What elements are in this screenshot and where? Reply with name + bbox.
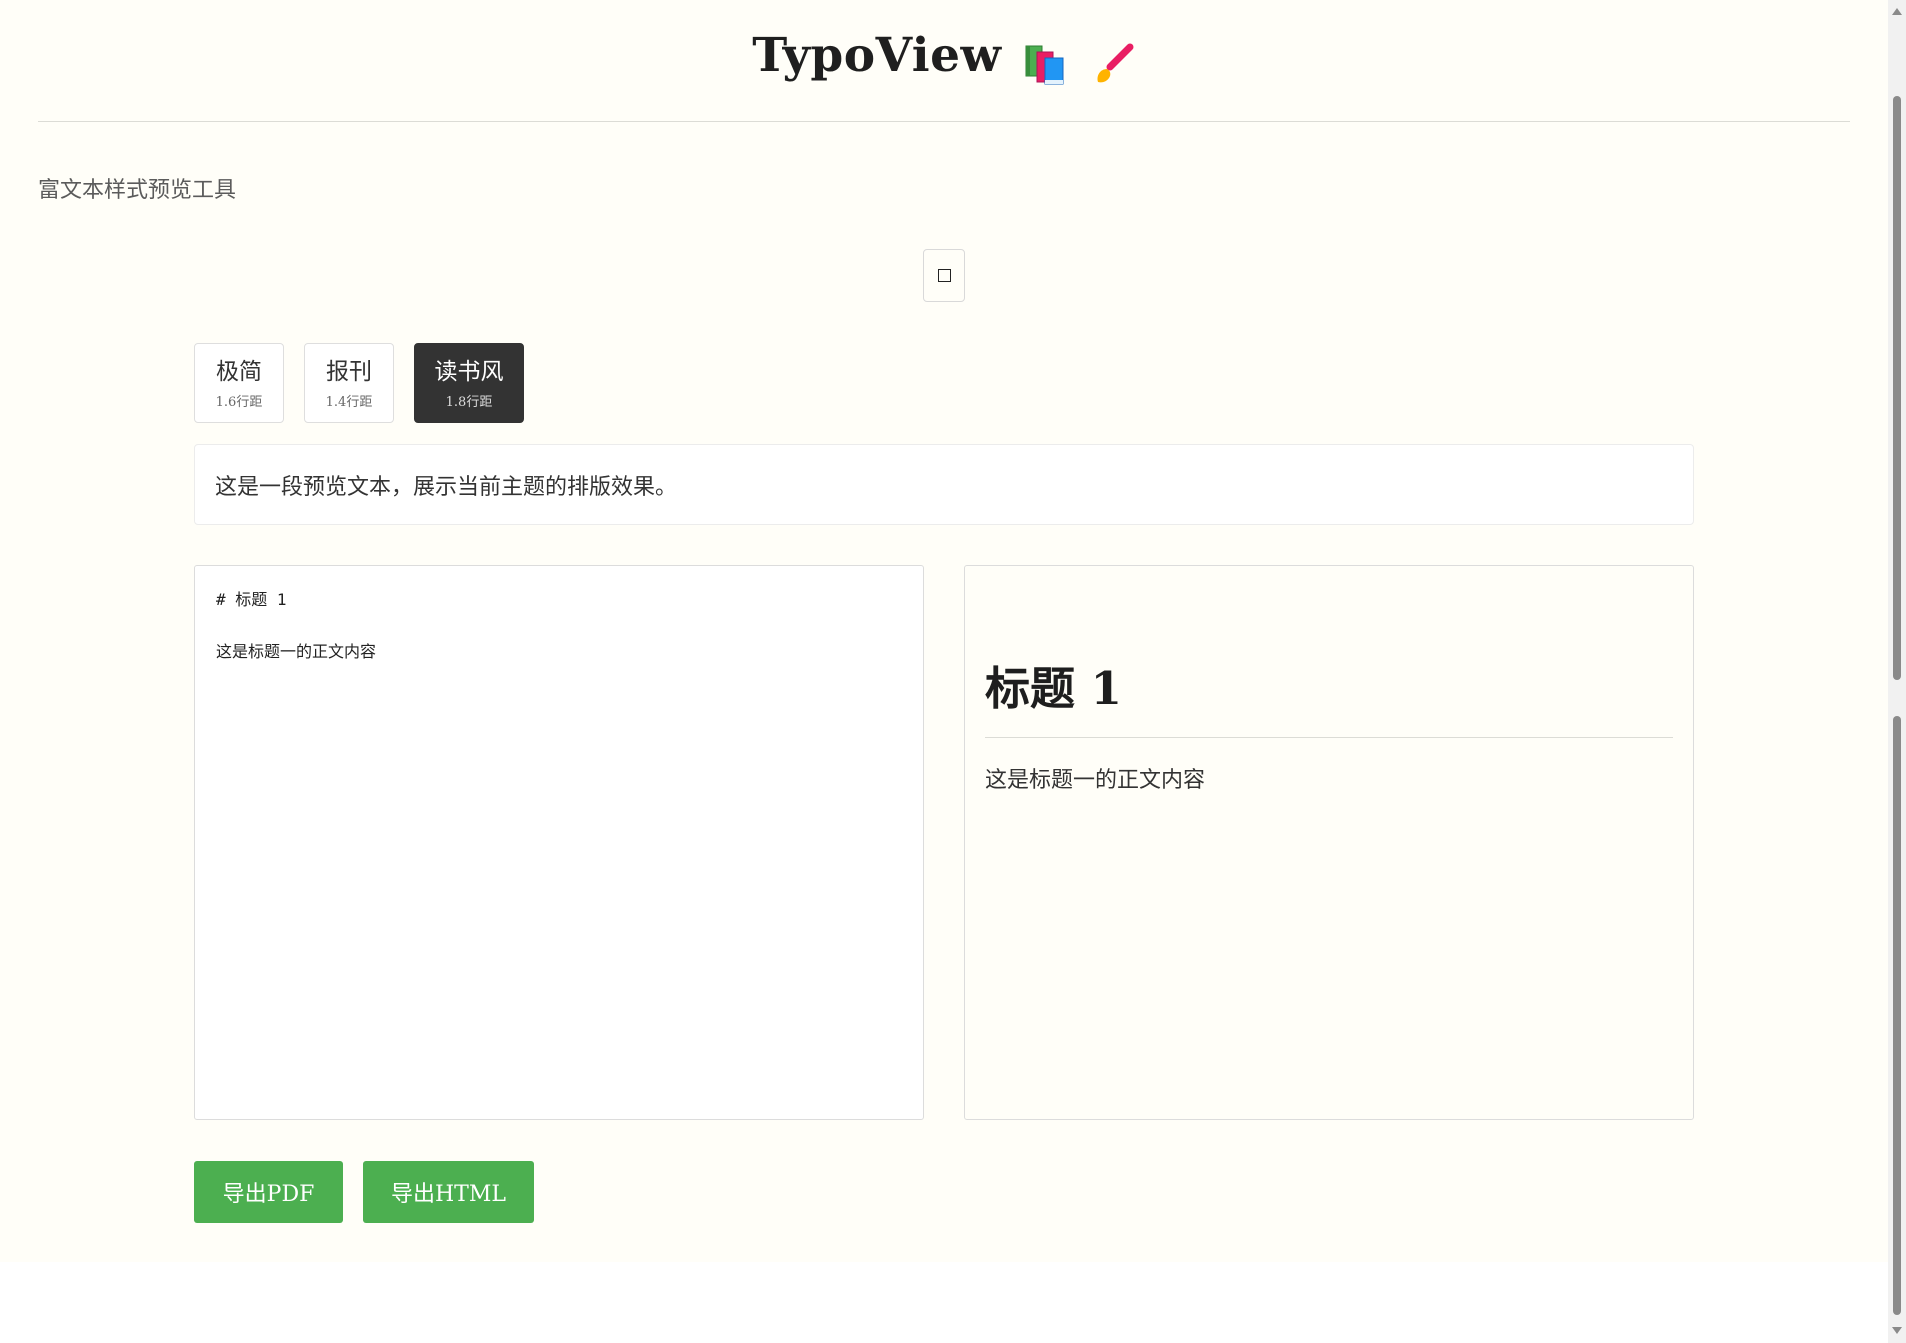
paintbrush-icon xyxy=(1090,42,1136,92)
scroll-up-arrow-icon[interactable] xyxy=(1892,8,1902,15)
theme-name: 极简 xyxy=(216,358,262,385)
export-pdf-button[interactable]: 导出PDF xyxy=(194,1161,343,1223)
app-title: TypoView xyxy=(752,28,1002,83)
vertical-scrollbar[interactable] xyxy=(1888,0,1906,1343)
theme-button-newspaper[interactable]: 报刊 1.4行距 xyxy=(304,343,394,423)
app-header: TypoView xyxy=(38,0,1850,122)
theme-button-reading[interactable]: 读书风 1.8行距 xyxy=(414,343,524,423)
theme-name: 报刊 xyxy=(326,358,372,385)
preview-paragraph: 这是标题一的正文内容 xyxy=(985,768,1206,793)
rendered-preview: 标题 1 这是标题一的正文内容 xyxy=(964,565,1694,1120)
subtitle: 富文本样式预览工具 xyxy=(38,178,237,203)
theme-line-height: 1.6行距 xyxy=(215,394,263,410)
theme-selector: 极简 1.6行距 报刊 1.4行距 读书风 1.8行距 xyxy=(194,343,524,423)
toggle-button[interactable] xyxy=(923,249,965,302)
square-icon xyxy=(937,269,951,282)
theme-button-minimal[interactable]: 极简 1.6行距 xyxy=(194,343,284,423)
markdown-editor[interactable]: # 标题 1 这是标题一的正文内容 xyxy=(194,565,924,1120)
books-icon xyxy=(1023,42,1069,92)
editor-line: 这是标题一的正文内容 xyxy=(216,642,377,661)
theme-preview-sample: 这是一段预览文本，展示当前主题的排版效果。 xyxy=(194,444,1694,525)
export-html-button[interactable]: 导出HTML xyxy=(363,1161,534,1223)
preview-heading: 标题 1 xyxy=(985,652,1673,738)
editor-line: # 标题 1 xyxy=(216,590,287,609)
theme-line-height: 1.4行距 xyxy=(325,394,373,410)
theme-line-height: 1.8行距 xyxy=(445,394,493,410)
scroll-down-arrow-icon[interactable] xyxy=(1892,1327,1902,1334)
page: TypoView 富文本样式预览工具 极简 1.6行距 报刊 1.4行距 读书风… xyxy=(0,0,1888,1262)
theme-name: 读书风 xyxy=(434,358,504,385)
scroll-thumb[interactable] xyxy=(1893,716,1901,1315)
export-actions: 导出PDF 导出HTML xyxy=(194,1161,534,1223)
scroll-thumb[interactable] xyxy=(1893,96,1901,680)
